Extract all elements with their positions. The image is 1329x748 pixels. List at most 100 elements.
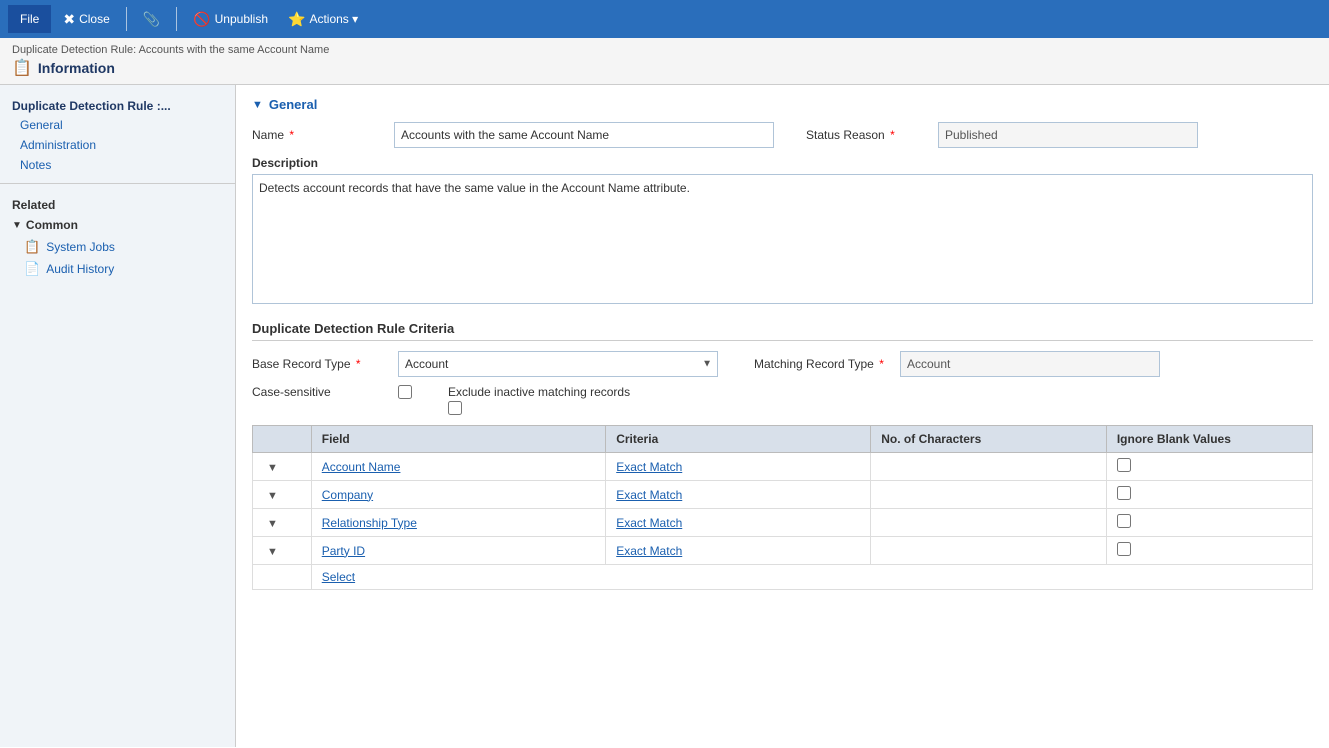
sidebar-item-system-jobs[interactable]: 📋 System Jobs xyxy=(0,236,235,258)
col-chars-header: No. of Characters xyxy=(871,426,1107,453)
sidebar: Duplicate Detection Rule :... General Ad… xyxy=(0,85,236,747)
expand-button-1[interactable]: ▼ xyxy=(263,462,282,474)
criteria-table-body: ▼ Account Name Exact Match xyxy=(253,453,1313,590)
general-section-title: General xyxy=(269,97,317,112)
case-sensitive-label: Case-sensitive xyxy=(252,385,382,399)
matching-record-input xyxy=(900,351,1160,377)
sidebar-item-audit-history[interactable]: 📄 Audit History xyxy=(0,258,235,280)
breadcrumb: Duplicate Detection Rule: Accounts with … xyxy=(12,44,1317,56)
actions-icon: ⭐ xyxy=(288,11,305,28)
separator-2 xyxy=(176,7,177,31)
description-textarea[interactable]: Detects account records that have the sa… xyxy=(252,174,1313,304)
ignore-cell-3 xyxy=(1106,509,1312,537)
sidebar-related-title: Related xyxy=(0,192,235,214)
field-cell-3: Relationship Type xyxy=(311,509,605,537)
system-jobs-icon: 📋 xyxy=(24,239,40,255)
criteria-section: Duplicate Detection Rule Criteria Base R… xyxy=(252,321,1313,590)
ignore-checkbox-1[interactable] xyxy=(1117,458,1131,472)
criteria-cell-1: Exact Match xyxy=(606,453,871,481)
matching-required: * xyxy=(879,357,884,371)
page-title: Information xyxy=(38,60,115,76)
chars-cell-1 xyxy=(871,453,1107,481)
base-record-select-wrapper: Account ▼ xyxy=(398,351,718,377)
general-section-heading: ▼ General xyxy=(252,97,1313,112)
criteria-link-1[interactable]: Exact Match xyxy=(616,460,682,474)
expand-button-3[interactable]: ▼ xyxy=(263,518,282,530)
matching-record-label: Matching Record Type * xyxy=(754,357,884,371)
base-record-select[interactable]: Account xyxy=(398,351,718,377)
separator-1 xyxy=(126,7,127,31)
sidebar-item-administration[interactable]: Administration xyxy=(0,135,235,155)
expand-button-4[interactable]: ▼ xyxy=(263,546,282,558)
name-input[interactable] xyxy=(394,122,774,148)
field-cell-4: Party ID xyxy=(311,537,605,565)
unpublish-button[interactable]: 🚫 Unpublish xyxy=(185,5,276,33)
sidebar-item-general[interactable]: General xyxy=(0,115,235,135)
ignore-checkbox-3[interactable] xyxy=(1117,514,1131,528)
description-label: Description xyxy=(252,156,1313,170)
table-row: ▼ Company Exact Match xyxy=(253,481,1313,509)
field-link-3[interactable]: Relationship Type xyxy=(322,516,417,530)
expand-cell-3: ▼ xyxy=(253,509,312,537)
ignore-checkbox-2[interactable] xyxy=(1117,486,1131,500)
status-input xyxy=(938,122,1198,148)
criteria-link-2[interactable]: Exact Match xyxy=(616,488,682,502)
field-link-1[interactable]: Account Name xyxy=(322,460,401,474)
exclude-inactive-label: Exclude inactive matching records xyxy=(448,385,630,399)
name-status-row: Name * Status Reason * xyxy=(252,122,1313,148)
sidebar-item-notes[interactable]: Notes xyxy=(0,155,235,175)
name-label: Name * xyxy=(252,128,382,142)
table-row: ▼ Party ID Exact Match xyxy=(253,537,1313,565)
field-link-4[interactable]: Party ID xyxy=(322,544,365,558)
criteria-link-4[interactable]: Exact Match xyxy=(616,544,682,558)
chars-cell-2 xyxy=(871,481,1107,509)
case-sensitive-checkbox[interactable] xyxy=(398,385,412,399)
field-cell-1: Account Name xyxy=(311,453,605,481)
sidebar-divider xyxy=(0,183,235,184)
col-field-header: Field xyxy=(311,426,605,453)
col-ignore-header: Ignore Blank Values xyxy=(1106,426,1312,453)
expand-button-2[interactable]: ▼ xyxy=(263,490,282,502)
ignore-cell-4 xyxy=(1106,537,1312,565)
close-button[interactable]: ✖ Close xyxy=(55,5,117,33)
field-link-2[interactable]: Company xyxy=(322,488,373,502)
status-required: * xyxy=(890,128,895,142)
close-icon: ✖ xyxy=(63,11,75,28)
exclude-inactive-checkbox[interactable] xyxy=(448,401,462,415)
page-title-row: 📋 Information xyxy=(12,58,1317,78)
system-jobs-label: System Jobs xyxy=(46,240,115,254)
ignore-cell-1 xyxy=(1106,453,1312,481)
col-criteria-header: Criteria xyxy=(606,426,871,453)
name-required: * xyxy=(289,128,294,142)
case-sensitive-wrapper xyxy=(398,385,412,399)
criteria-cell-4: Exact Match xyxy=(606,537,871,565)
sidebar-common-label: Common xyxy=(26,218,78,232)
select-row: Select xyxy=(253,565,1313,590)
ignore-checkbox-4[interactable] xyxy=(1117,542,1131,556)
expand-cell-4: ▼ xyxy=(253,537,312,565)
general-arrow-icon: ▼ xyxy=(252,99,263,111)
common-arrow-icon: ▼ xyxy=(12,220,22,231)
page-title-icon: 📋 xyxy=(12,58,32,78)
select-link[interactable]: Select xyxy=(322,570,355,584)
file-button[interactable]: File xyxy=(8,5,51,33)
close-label: Close xyxy=(79,12,110,26)
ignore-cell-2 xyxy=(1106,481,1312,509)
criteria-link-3[interactable]: Exact Match xyxy=(616,516,682,530)
sidebar-section-title: Duplicate Detection Rule :... xyxy=(0,93,235,115)
actions-button[interactable]: ⭐ Actions ▾ xyxy=(280,5,366,33)
actions-label: Actions ▾ xyxy=(309,12,358,26)
base-required: * xyxy=(356,357,361,371)
page-header: Duplicate Detection Rule: Accounts with … xyxy=(0,38,1329,85)
record-type-row: Base Record Type * Account ▼ Matching Re… xyxy=(252,351,1313,377)
exclude-inactive-group: Exclude inactive matching records xyxy=(448,385,630,415)
base-record-label: Base Record Type * xyxy=(252,357,382,371)
sidebar-common-header[interactable]: ▼ Common xyxy=(0,214,235,236)
attachment-button[interactable]: 📎 xyxy=(135,5,168,33)
table-row: ▼ Account Name Exact Match xyxy=(253,453,1313,481)
criteria-cell-2: Exact Match xyxy=(606,481,871,509)
select-expand-cell xyxy=(253,565,312,590)
criteria-table-head: Field Criteria No. of Characters Ignore … xyxy=(253,426,1313,453)
table-row: ▼ Relationship Type Exact Match xyxy=(253,509,1313,537)
chars-cell-3 xyxy=(871,509,1107,537)
